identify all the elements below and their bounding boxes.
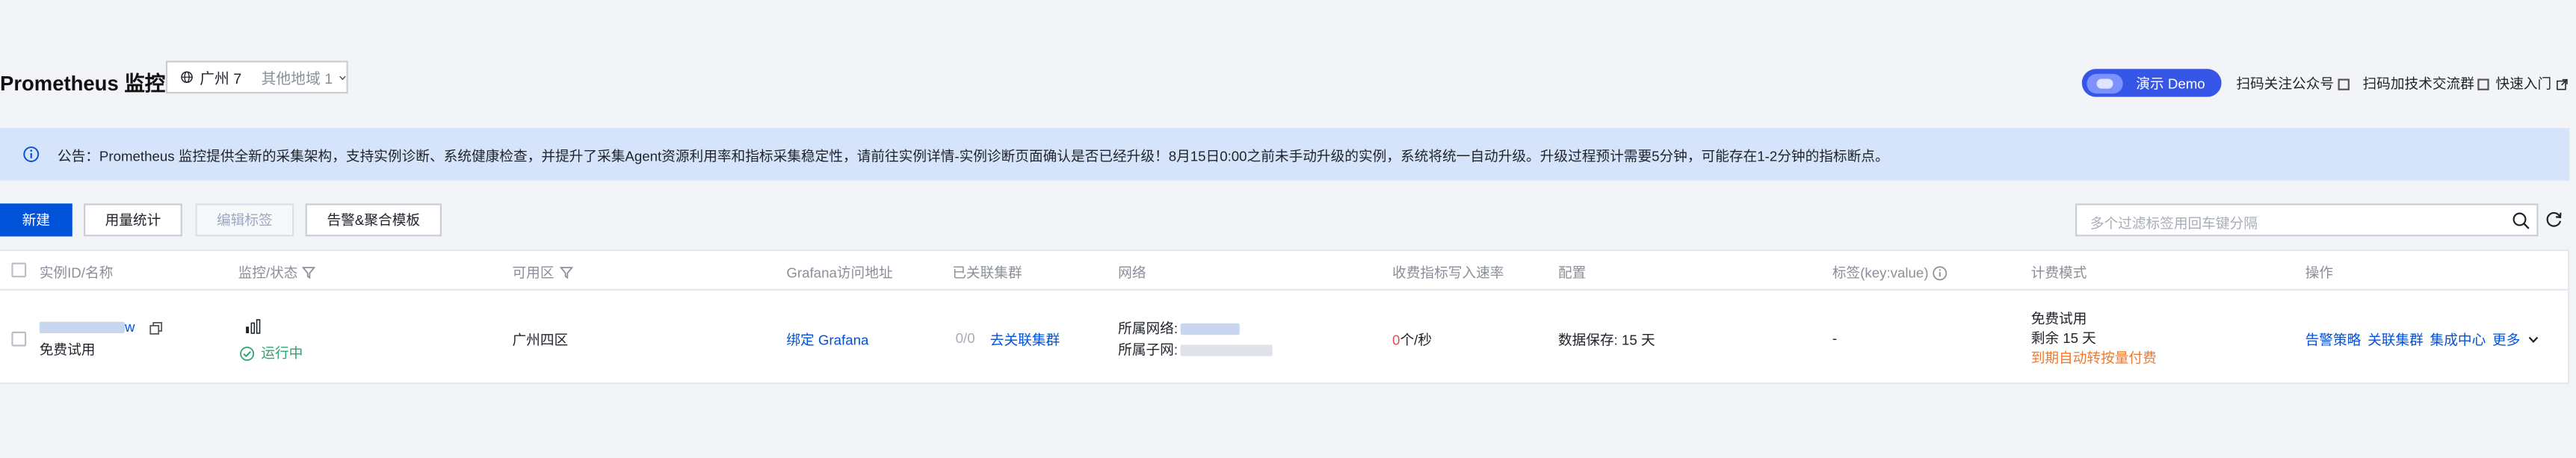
masked-subnet <box>1181 344 1273 357</box>
page-header: Prometheus 监控 广州 7 其他地域 1 演示 Demo 扫码关注公众… <box>0 0 2576 119</box>
tag-filter-search[interactable] <box>2075 203 2539 237</box>
demo-button[interactable]: 演示 Demo <box>2081 69 2222 97</box>
billing-mode: 免费试用 <box>2030 310 2087 327</box>
qr-code-icon <box>2477 78 2489 90</box>
config-value: 数据保存: 15 天 <box>1557 331 1655 348</box>
associate-cluster-action[interactable]: 关联集群 <box>2367 330 2424 350</box>
cluster-count: 0/0 <box>955 329 975 347</box>
masked-vpc <box>1181 324 1241 335</box>
new-button[interactable]: 新建 <box>0 203 72 237</box>
search-input[interactable] <box>2087 210 2504 235</box>
column-tags: 标签(key:value) <box>1832 263 1947 282</box>
associate-cluster-link[interactable]: 去关联集群 <box>990 330 1060 350</box>
integration-center-link[interactable]: 集成中心 <box>2430 330 2486 350</box>
zone-value: 广州四区 <box>512 331 569 348</box>
column-clusters: 已关联集群 <box>952 264 1022 281</box>
bind-grafana-link[interactable]: 绑定 Grafana <box>786 330 868 350</box>
table-header: 实例ID/名称 监控/状态 可用区 Grafana访问地址 已关联集群 网络 收… <box>0 251 2569 291</box>
usage-stats-button[interactable]: 用量统计 <box>84 203 182 237</box>
monitor-chart-icon[interactable] <box>244 318 261 335</box>
globe-icon <box>181 71 193 84</box>
info-icon <box>23 146 40 162</box>
instance-id[interactable]: w <box>39 318 162 335</box>
chevron-down-icon <box>2528 336 2539 344</box>
join-tech-group-link[interactable]: 扫码加技术交流群 <box>2362 74 2489 93</box>
column-instance-id: 实例ID/名称 <box>39 264 114 281</box>
subnet-info: 所属子网: <box>1118 340 1273 359</box>
qr-code-icon <box>2337 78 2349 90</box>
filter-icon[interactable] <box>559 266 572 279</box>
row-checkbox[interactable] <box>11 331 27 347</box>
filter-icon[interactable] <box>303 266 316 279</box>
page: Prometheus 监控 广州 7 其他地域 1 演示 Demo 扫码关注公众… <box>0 0 2576 458</box>
copy-icon[interactable] <box>149 321 162 335</box>
column-zone: 可用区 <box>512 263 572 282</box>
tags-value: - <box>1832 329 1838 347</box>
status-badge: 运行中 <box>240 343 303 362</box>
announcement-text: 公告：Prometheus 监控提供全新的采集架构，支持实例诊断、系统健康检查，… <box>57 147 1889 164</box>
table-row: w 免费试用 运行中 广州四区 绑定 Grafana 0/0 去关联集群 所属网… <box>0 291 2568 383</box>
column-grafana: Grafana访问地址 <box>786 264 893 281</box>
column-actions: 操作 <box>2305 264 2333 281</box>
column-rate: 收费指标写入速率 <box>1392 264 1504 281</box>
region-selector[interactable]: 广州 7 其他地域 1 <box>165 61 348 94</box>
page-title: Prometheus 监控 <box>0 72 166 96</box>
other-regions: 其他地域 1 <box>261 69 333 87</box>
masked-instance-id <box>39 322 125 334</box>
write-rate: 0个/秒 <box>1392 331 1433 348</box>
check-circle-icon <box>240 345 255 360</box>
billing-note: 到期自动转按量付费 <box>2030 349 2157 366</box>
more-actions-dropdown[interactable]: 更多 <box>2492 330 2540 350</box>
refresh-icon[interactable] <box>2545 210 2563 228</box>
external-link-icon <box>2557 78 2568 90</box>
quick-start-label: 快速入门 <box>2495 75 2552 93</box>
search-icon[interactable] <box>2512 211 2530 229</box>
follow-label: 扫码关注公众号 <box>2236 75 2335 93</box>
demo-label: 演示 Demo <box>2136 74 2205 91</box>
help-icon[interactable] <box>1932 265 1947 280</box>
edit-tags-button[interactable]: 编辑标签 <box>195 203 294 237</box>
select-all-checkbox[interactable] <box>11 262 27 278</box>
group-label: 扫码加技术交流群 <box>2362 75 2474 93</box>
instance-table: 实例ID/名称 监控/状态 可用区 Grafana访问地址 已关联集群 网络 收… <box>0 249 2570 385</box>
current-region: 广州 7 <box>200 69 242 87</box>
demo-toggle-icon <box>2087 72 2123 93</box>
alert-policy-link[interactable]: 告警策略 <box>2305 330 2362 350</box>
network-info: 所属网络: <box>1118 318 1241 338</box>
column-billing: 计费模式 <box>2030 264 2087 281</box>
column-config: 配置 <box>1557 264 1587 281</box>
billing-remaining: 剩余 15 天 <box>2030 329 2096 347</box>
column-network: 网络 <box>1118 264 1146 281</box>
alert-template-button[interactable]: 告警&聚合模板 <box>305 203 442 237</box>
column-status: 监控/状态 <box>238 263 316 282</box>
quick-start-link[interactable]: 快速入门 <box>2495 74 2568 93</box>
chevron-down-icon <box>339 75 345 80</box>
announcement-banner: 公告：Prometheus 监控提供全新的采集架构，支持实例诊断、系统健康检查，… <box>0 128 2570 181</box>
follow-official-account-link[interactable]: 扫码关注公众号 <box>2236 74 2349 93</box>
instance-name: 免费试用 <box>39 341 96 358</box>
